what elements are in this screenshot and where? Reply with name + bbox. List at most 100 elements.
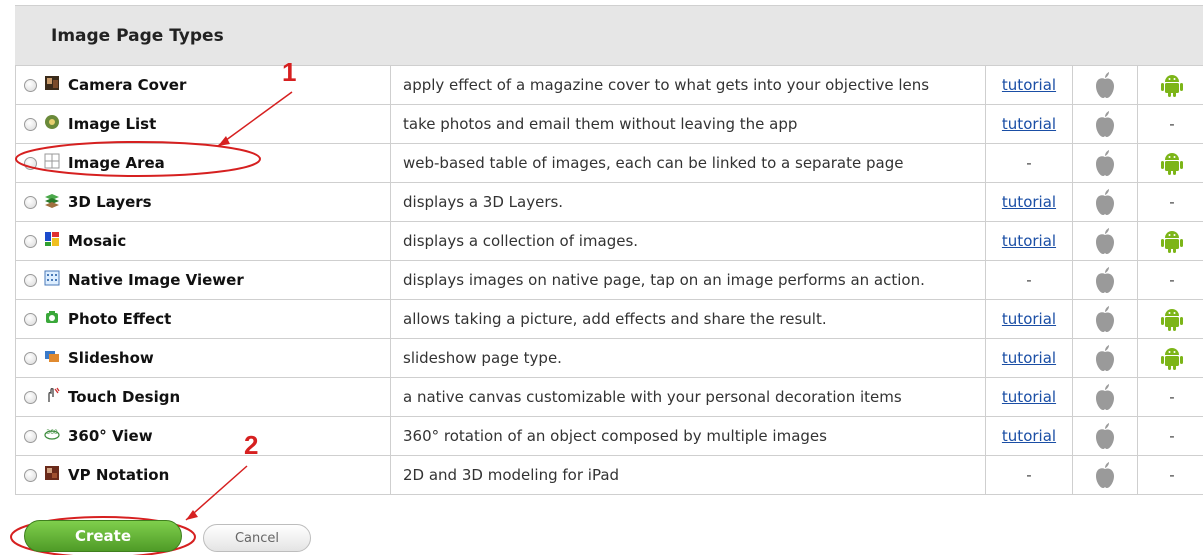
page-type-radio[interactable] — [24, 468, 37, 482]
page-type-name: 3D Layers — [68, 193, 152, 211]
android-support-cell — [1137, 338, 1203, 378]
page-type-description: displays a collection of images. — [390, 221, 986, 261]
table-row: Mosaic displays a collection of images. tu… — [15, 221, 1203, 261]
android-support-cell: - — [1137, 377, 1203, 417]
create-button[interactable]: Create — [24, 520, 182, 552]
page-types-table: Camera Cover apply effect of a magazine c… — [15, 65, 1203, 495]
page-type-description: take photos and email them without leavi… — [390, 104, 986, 144]
table-row: 360 360° View 360° rotation of an object c… — [15, 416, 1203, 456]
page-type-radio[interactable] — [24, 273, 37, 287]
tutorial-cell: - — [985, 143, 1073, 183]
page-type-radio[interactable] — [24, 78, 37, 92]
android-icon — [1161, 75, 1183, 97]
apple-ios-icon — [1096, 462, 1114, 488]
android-icon — [1161, 231, 1183, 253]
page-type-cell: Camera Cover — [15, 65, 391, 105]
apple-ios-icon — [1096, 345, 1114, 371]
android-support-cell — [1137, 143, 1203, 183]
tutorial-link[interactable]: tutorial — [1002, 388, 1056, 406]
no-android-dash: - — [1169, 466, 1175, 484]
native-image-viewer-icon — [44, 270, 68, 290]
table-row: 3D Layers displays a 3D Layers. tutorial - — [15, 182, 1203, 222]
page-type-name: Photo Effect — [68, 310, 172, 328]
page-type-name: Touch Design — [68, 388, 181, 406]
slideshow-icon — [44, 348, 68, 368]
page-type-cell: Touch Design — [15, 377, 391, 417]
no-android-dash: - — [1169, 427, 1175, 445]
page-type-description: apply effect of a magazine cover to what… — [390, 65, 986, 105]
tutorial-link[interactable]: tutorial — [1002, 232, 1056, 250]
tutorial-cell: tutorial — [985, 299, 1073, 339]
table-row: VP Notation 2D and 3D modeling for iPad - - — [15, 455, 1203, 495]
page-type-radio[interactable] — [24, 117, 37, 131]
page-type-description: displays images on native page, tap on a… — [390, 260, 986, 300]
apple-ios-icon — [1096, 423, 1114, 449]
page-type-name: Image Area — [68, 154, 165, 172]
android-support-cell: - — [1137, 104, 1203, 144]
page-type-description: slideshow page type. — [390, 338, 986, 378]
mosaic-icon — [44, 231, 68, 251]
apple-ios-icon — [1096, 228, 1114, 254]
page-type-cell: 360 360° View — [15, 416, 391, 456]
svg-text:360: 360 — [46, 429, 58, 436]
page-type-radio[interactable] — [24, 156, 37, 170]
page-type-description: 360° rotation of an object composed by m… — [390, 416, 986, 456]
page-type-cell: Slideshow — [15, 338, 391, 378]
apple-ios-icon — [1096, 384, 1114, 410]
ios-support-cell — [1072, 221, 1138, 261]
360-view-icon: 360 — [44, 426, 68, 446]
apple-ios-icon — [1096, 189, 1114, 215]
page-type-cell: 3D Layers — [15, 182, 391, 222]
page-type-name: Camera Cover — [68, 76, 187, 94]
ios-support-cell — [1072, 104, 1138, 144]
tutorial-link[interactable]: tutorial — [1002, 427, 1056, 445]
tutorial-cell: - — [985, 260, 1073, 300]
table-row: Image List take photos and email them wit… — [15, 104, 1203, 144]
page-type-radio[interactable] — [24, 429, 37, 443]
android-icon — [1161, 153, 1183, 175]
page-type-radio[interactable] — [24, 234, 37, 248]
page-type-cell: Image List — [15, 104, 391, 144]
page-type-radio[interactable] — [24, 390, 37, 404]
page-type-name: Image List — [68, 115, 157, 133]
page-type-cell: VP Notation — [15, 455, 391, 495]
page-type-cell: Image Area — [15, 143, 391, 183]
page-type-description: allows taking a picture, add effects and… — [390, 299, 986, 339]
annotation-number-2: 2 — [244, 430, 259, 460]
table-row: Slideshow slideshow page type. tutorial — [15, 338, 1203, 378]
tutorial-link[interactable]: tutorial — [1002, 349, 1056, 367]
tutorial-cell: tutorial — [985, 65, 1073, 105]
tutorial-link[interactable]: tutorial — [1002, 115, 1056, 133]
tutorial-link[interactable]: tutorial — [1002, 310, 1056, 328]
tutorial-cell: tutorial — [985, 221, 1073, 261]
ios-support-cell — [1072, 260, 1138, 300]
apple-ios-icon — [1096, 150, 1114, 176]
table-row: Photo Effect allows taking a picture, add… — [15, 299, 1203, 339]
no-tutorial-dash: - — [1026, 466, 1032, 484]
annotation-number-1: 1 — [282, 57, 297, 87]
page-type-radio[interactable] — [24, 312, 37, 326]
page-type-cell: Photo Effect — [15, 299, 391, 339]
tutorial-link[interactable]: tutorial — [1002, 76, 1056, 94]
page-type-radio[interactable] — [24, 351, 37, 365]
apple-ios-icon — [1096, 72, 1114, 98]
cancel-button[interactable]: Cancel — [203, 524, 311, 552]
ios-support-cell — [1072, 182, 1138, 222]
android-support-cell: - — [1137, 416, 1203, 456]
image-page-types-panel: Image Page Types Camera Cover apply effec… — [15, 5, 1203, 495]
page-type-description: a native canvas customizable with your p… — [390, 377, 986, 417]
tutorial-cell: tutorial — [985, 104, 1073, 144]
no-android-dash: - — [1169, 388, 1175, 406]
page-type-radio[interactable] — [24, 195, 37, 209]
android-icon — [1161, 309, 1183, 331]
android-support-cell — [1137, 299, 1203, 339]
tutorial-cell: tutorial — [985, 182, 1073, 222]
tutorial-link[interactable]: tutorial — [1002, 193, 1056, 211]
android-support-cell — [1137, 65, 1203, 105]
android-icon — [1161, 348, 1183, 370]
table-row: Touch Design a native canvas customizable… — [15, 377, 1203, 417]
tutorial-cell: tutorial — [985, 377, 1073, 417]
touch-design-icon — [44, 387, 68, 407]
image-area-grid-icon — [44, 153, 68, 173]
page-type-name: Native Image Viewer — [68, 271, 244, 289]
